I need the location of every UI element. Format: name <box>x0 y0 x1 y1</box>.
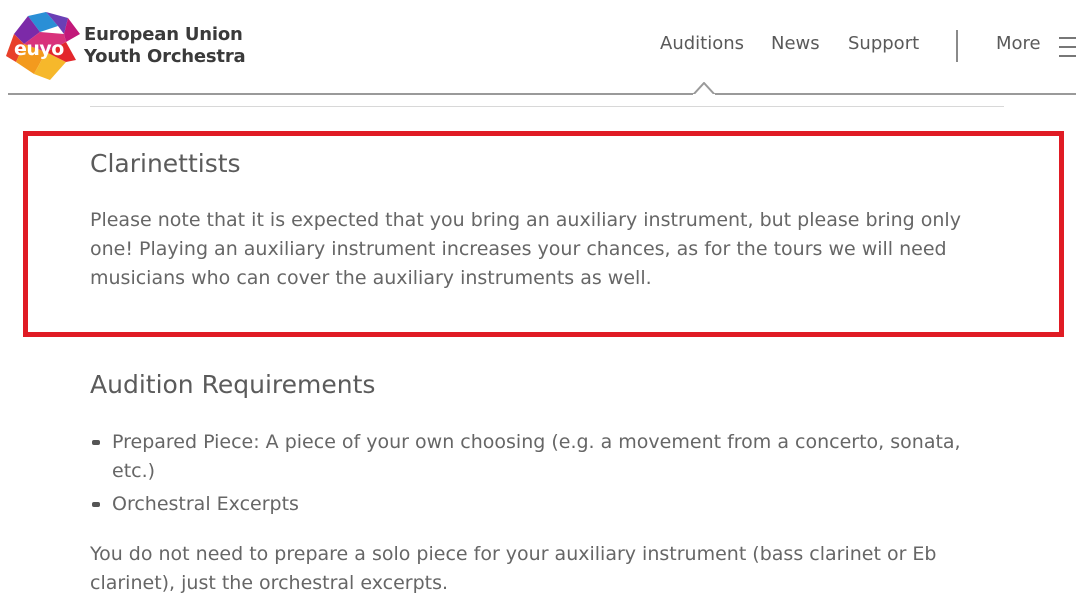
nav-more[interactable]: More <box>996 33 1041 54</box>
list-item: Orchestral Excerpts <box>90 490 1000 519</box>
list-item-text: Orchestral Excerpts <box>112 493 299 515</box>
content-top-divider <box>90 106 1004 107</box>
page: euyo European Union Youth Orchestra Audi… <box>0 0 1076 597</box>
nav-news[interactable]: News <box>771 33 820 54</box>
list-item: Prepared Piece: A piece of your own choo… <box>90 428 1000 486</box>
requirements-list: Prepared Piece: A piece of your own choo… <box>90 428 1000 523</box>
clarinettists-title: Clarinettists <box>90 149 241 178</box>
active-tab-caret-icon <box>693 82 715 96</box>
auxiliary-note: You do not need to prepare a solo piece … <box>90 543 937 594</box>
nav-divider <box>956 30 958 62</box>
nav-auditions[interactable]: Auditions <box>660 33 744 54</box>
main-nav: Auditions News Support More <box>0 30 1076 63</box>
audition-requirements-title: Audition Requirements <box>90 370 376 399</box>
nav-support[interactable]: Support <box>848 33 919 54</box>
list-item-text: Prepared Piece: A piece of your own choo… <box>112 431 961 482</box>
bullet-icon <box>92 502 100 507</box>
header-divider <box>8 93 1076 95</box>
hamburger-menu-icon[interactable] <box>1059 34 1076 60</box>
clarinettists-body: Please note that it is expected that you… <box>90 209 961 289</box>
bullet-icon <box>92 440 100 445</box>
site-header: euyo European Union Youth Orchestra Audi… <box>0 0 1076 96</box>
